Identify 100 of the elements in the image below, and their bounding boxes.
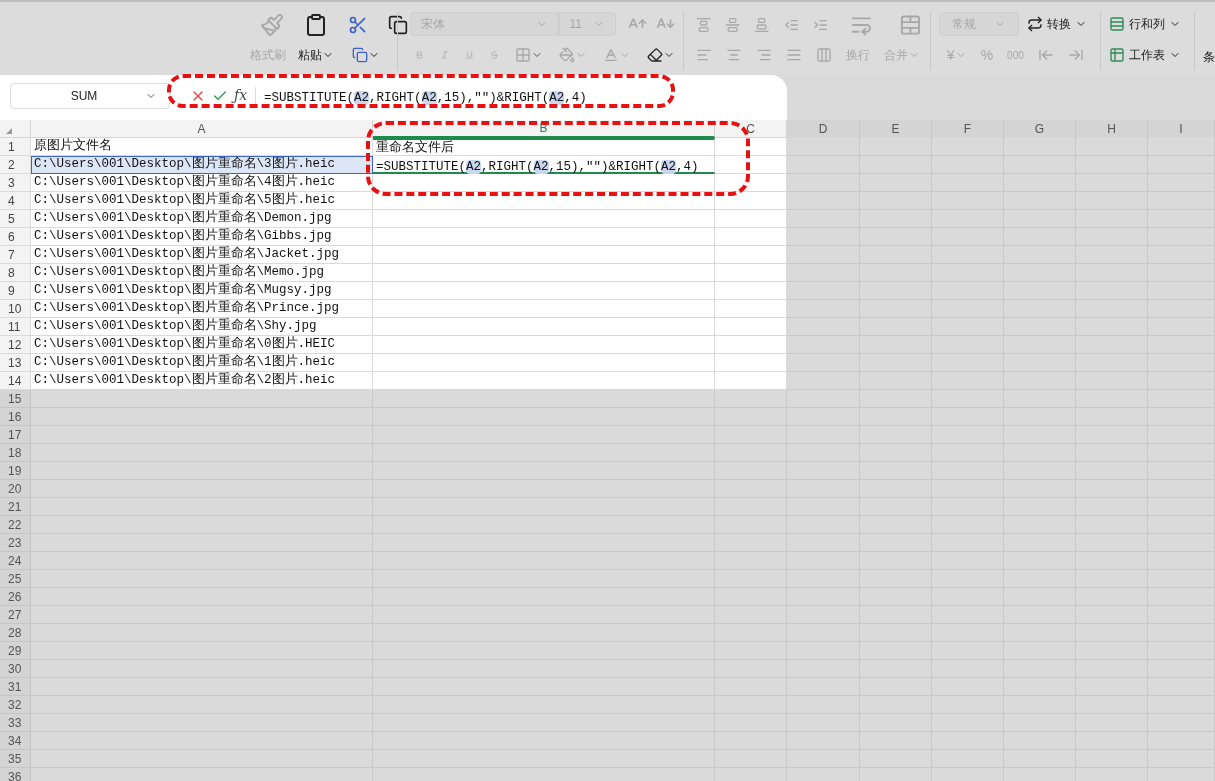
row-header[interactable]: 7 <box>0 246 31 264</box>
row-header[interactable]: 26 <box>0 588 31 606</box>
row-header[interactable]: 23 <box>0 534 31 552</box>
table-cell[interactable]: C:\Users\001\Desktop\图片重命名\Shy.jpg <box>31 318 373 336</box>
row-header[interactable]: 33 <box>0 714 31 732</box>
table-cell[interactable]: C:\Users\001\Desktop\图片重命名\2图片.heic <box>31 372 373 390</box>
row-header[interactable]: 24 <box>0 552 31 570</box>
table-cell[interactable]: C:\Users\001\Desktop\图片重命名\Demon.jpg <box>31 210 373 228</box>
column-header[interactable]: I <box>1148 120 1215 138</box>
table-cell[interactable] <box>787 318 860 336</box>
table-cell[interactable] <box>373 300 715 318</box>
table-cell[interactable]: 重命名文件后 <box>373 138 715 156</box>
eraser-icon[interactable] <box>646 47 663 63</box>
table-cell[interactable] <box>373 390 715 408</box>
paste-button[interactable]: 粘贴 <box>298 46 334 64</box>
row-header[interactable]: 18 <box>0 444 31 462</box>
row-header[interactable]: 15 <box>0 390 31 408</box>
row-header[interactable]: 16 <box>0 408 31 426</box>
row-header[interactable]: 35 <box>0 750 31 768</box>
row-header[interactable]: 10 <box>0 300 31 318</box>
column-header[interactable]: C <box>715 120 787 138</box>
table-cell[interactable] <box>373 354 715 372</box>
row-header[interactable]: 19 <box>0 462 31 480</box>
table-cell[interactable] <box>715 138 787 156</box>
table-cell[interactable] <box>715 372 787 390</box>
row-header[interactable]: 2 <box>0 156 31 174</box>
table-cell[interactable] <box>715 246 787 264</box>
row-header[interactable]: 12 <box>0 336 31 354</box>
row-header[interactable]: 28 <box>0 624 31 642</box>
row-header[interactable]: 11 <box>0 318 31 336</box>
formula-input[interactable]: =SUBSTITUTE(A2,RIGHT(A2,15),"")&RIGHT(A2,4) <box>264 83 587 108</box>
row-header[interactable]: 25 <box>0 570 31 588</box>
table-cell[interactable] <box>715 300 787 318</box>
row-header[interactable]: 22 <box>0 516 31 534</box>
row-header[interactable]: 32 <box>0 696 31 714</box>
select-all-corner[interactable] <box>0 120 31 138</box>
row-header[interactable]: 1 <box>0 138 31 156</box>
table-cell[interactable] <box>787 174 860 192</box>
table-cell[interactable] <box>787 156 860 174</box>
row-header[interactable]: 20 <box>0 480 31 498</box>
table-cell[interactable]: C:\Users\001\Desktop\图片重命名\5图片.heic <box>31 192 373 210</box>
row-header[interactable]: 34 <box>0 732 31 750</box>
rows-columns-button[interactable]: 行和列 <box>1109 12 1186 36</box>
font-color-icon[interactable] <box>602 47 619 63</box>
table-cell[interactable]: C:\Users\001\Desktop\图片重命名\4图片.heic <box>31 174 373 192</box>
row-header[interactable]: 3 <box>0 174 31 192</box>
row-header[interactable]: 13 <box>0 354 31 372</box>
row-header[interactable]: 29 <box>0 642 31 660</box>
table-cell[interactable] <box>787 138 860 156</box>
column-header[interactable]: D <box>787 120 860 138</box>
row-header[interactable]: 21 <box>0 498 31 516</box>
borders-icon[interactable] <box>514 47 531 63</box>
table-cell[interactable] <box>715 192 787 210</box>
table-cell[interactable] <box>787 390 860 408</box>
table-cell[interactable]: 原图片文件名 <box>31 138 373 156</box>
paste-button[interactable] <box>304 13 328 37</box>
row-header[interactable]: 27 <box>0 606 31 624</box>
copy-menu-button[interactable] <box>352 47 380 63</box>
table-cell[interactable]: C:\Users\001\Desktop\图片重命名\Memo.jpg <box>31 264 373 282</box>
column-header[interactable]: G <box>1004 120 1076 138</box>
row-header[interactable]: 14 <box>0 372 31 390</box>
table-cell[interactable] <box>787 300 860 318</box>
row-header[interactable]: 4 <box>0 192 31 210</box>
table-cell[interactable] <box>787 228 860 246</box>
cut-button[interactable] <box>348 15 368 35</box>
table-cell[interactable] <box>787 210 860 228</box>
row-header[interactable]: 8 <box>0 264 31 282</box>
row-header[interactable]: 17 <box>0 426 31 444</box>
table-cell[interactable] <box>373 318 715 336</box>
table-cell[interactable] <box>787 336 860 354</box>
table-cell[interactable]: C:\Users\001\Desktop\图片重命名\1图片.heic <box>31 354 373 372</box>
table-cell[interactable] <box>715 174 787 192</box>
fill-color-icon[interactable] <box>558 47 575 63</box>
row-header[interactable]: 6 <box>0 228 31 246</box>
table-cell[interactable] <box>715 210 787 228</box>
table-cell[interactable] <box>715 318 787 336</box>
table-cell[interactable]: C:\Users\001\Desktop\图片重命名\Mugsy.jpg <box>31 282 373 300</box>
row-header[interactable]: 30 <box>0 660 31 678</box>
column-header[interactable]: F <box>932 120 1004 138</box>
table-cell[interactable] <box>787 264 860 282</box>
table-cell[interactable] <box>373 336 715 354</box>
table-cell[interactable] <box>715 264 787 282</box>
column-header[interactable]: H <box>1076 120 1148 138</box>
table-cell[interactable] <box>715 156 787 174</box>
table-cell[interactable] <box>787 282 860 300</box>
row-header[interactable]: 5 <box>0 210 31 228</box>
name-box[interactable]: SUM <box>10 82 170 109</box>
table-cell[interactable]: C:\Users\001\Desktop\图片重命名\Jacket.jpg <box>31 246 373 264</box>
table-cell[interactable] <box>373 246 715 264</box>
table-cell[interactable] <box>373 228 715 246</box>
table-cell[interactable] <box>787 246 860 264</box>
table-cell[interactable]: C:\Users\001\Desktop\图片重命名\Prince.jpg <box>31 300 373 318</box>
column-header[interactable]: E <box>860 120 932 138</box>
worksheet-button[interactable]: 工作表 <box>1109 46 1186 64</box>
row-header[interactable]: 9 <box>0 282 31 300</box>
table-cell[interactable]: C:\Users\001\Desktop\图片重命名\0图片.HEIC <box>31 336 373 354</box>
table-cell[interactable] <box>715 336 787 354</box>
table-cell[interactable] <box>715 354 787 372</box>
row-header[interactable]: 31 <box>0 678 31 696</box>
table-cell[interactable] <box>373 210 715 228</box>
